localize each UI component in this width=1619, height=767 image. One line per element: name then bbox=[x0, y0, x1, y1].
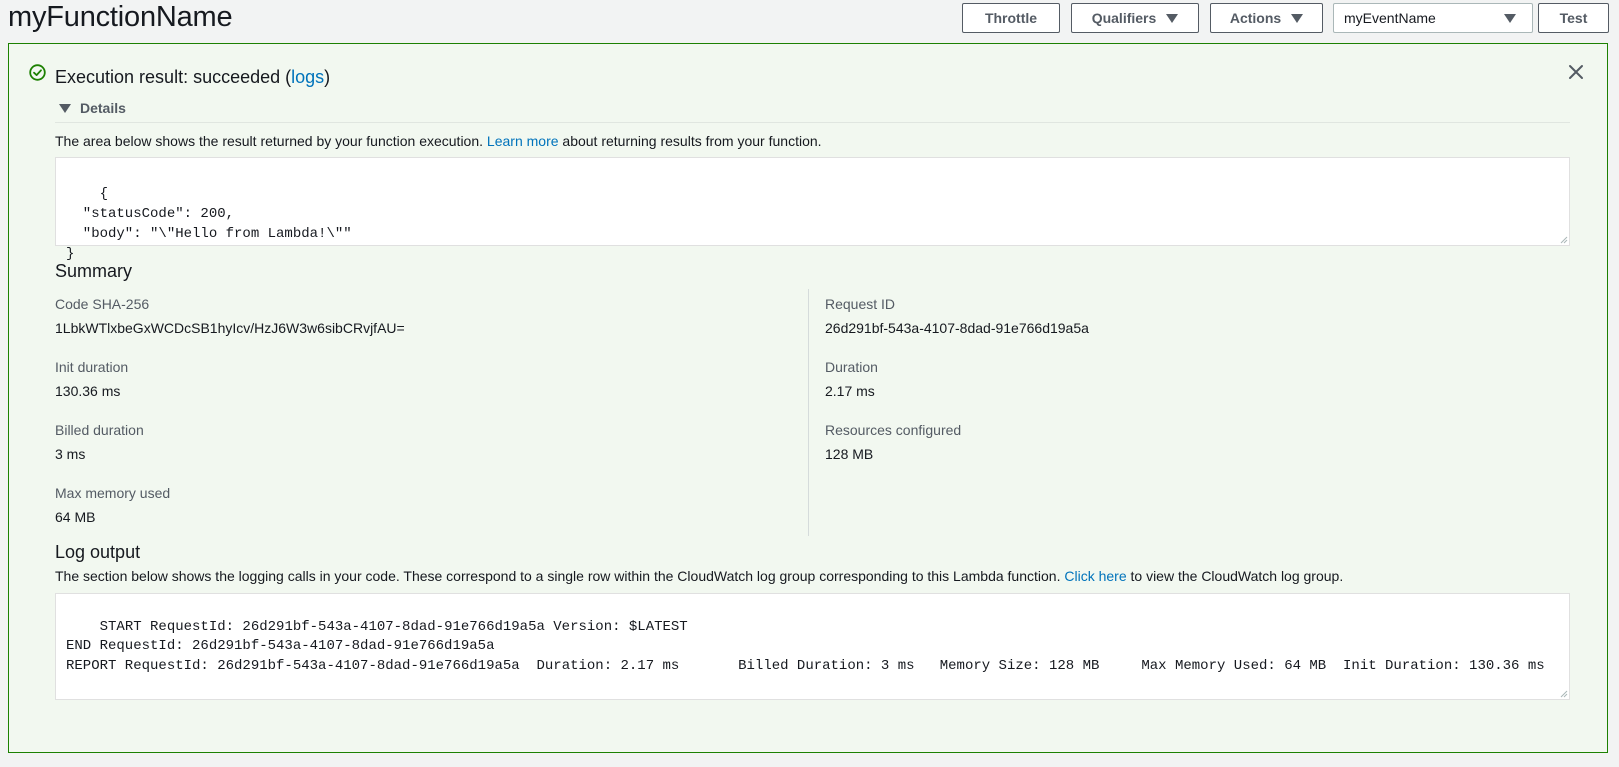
execution-result-panel: Execution result: succeeded (logs) Detai… bbox=[8, 43, 1608, 753]
resources-configured-label: Resources configured bbox=[825, 422, 962, 438]
result-output-textarea[interactable]: { "statusCode": 200, "body": "\"Hello fr… bbox=[55, 157, 1570, 262]
qualifiers-button[interactable]: Qualifiers bbox=[1071, 3, 1199, 33]
actions-button[interactable]: Actions bbox=[1210, 3, 1323, 33]
max-memory-value: 64 MB bbox=[55, 509, 96, 525]
function-name-title: myFunctionName bbox=[8, 1, 233, 33]
resize-handle-icon[interactable] bbox=[1560, 236, 1568, 244]
result-desc-suffix: about returning results from your functi… bbox=[558, 133, 822, 149]
qualifiers-button-label: Qualifiers bbox=[1091, 10, 1157, 26]
test-event-select-value: myEventName bbox=[1344, 10, 1436, 26]
code-sha-value: 1LbkWTlxbeGxWCDcSB1hyIcv/HzJ6W3w6sibCRvj… bbox=[55, 320, 405, 336]
duration-label: Duration bbox=[825, 359, 878, 375]
details-label: Details bbox=[80, 100, 126, 116]
billed-duration-value: 3 ms bbox=[55, 446, 86, 462]
check-circle-icon bbox=[29, 64, 46, 81]
caret-down-icon bbox=[59, 103, 71, 113]
caret-down-icon bbox=[1291, 13, 1304, 23]
throttle-button-label: Throttle bbox=[984, 10, 1038, 26]
close-icon[interactable] bbox=[1567, 63, 1585, 81]
result-description: The area below shows the result returned… bbox=[55, 133, 822, 149]
init-duration-label: Init duration bbox=[55, 359, 129, 375]
max-memory-label: Max memory used bbox=[55, 485, 171, 501]
learn-more-link[interactable]: Learn more bbox=[487, 133, 559, 149]
test-event-select[interactable]: myEventName bbox=[1333, 3, 1533, 33]
result-title-prefix: Execution result: succeeded ( bbox=[55, 67, 292, 87]
click-here-link[interactable]: Click here bbox=[1064, 568, 1126, 584]
header: myFunctionName Throttle Qualifiers Actio… bbox=[0, 0, 1619, 40]
actions-button-label: Actions bbox=[1229, 10, 1282, 26]
resources-configured-value: 128 MB bbox=[825, 446, 874, 462]
code-sha-label: Code SHA-256 bbox=[55, 296, 150, 312]
log-output-textarea[interactable]: START RequestId: 26d291bf-543a-4107-8dad… bbox=[55, 593, 1570, 700]
divider bbox=[55, 122, 1570, 123]
log-desc-prefix: The section below shows the logging call… bbox=[55, 568, 1065, 584]
log-output-heading: Log output bbox=[55, 542, 141, 562]
execution-result-title: Execution result: succeeded (logs) bbox=[55, 67, 330, 88]
result-output-text: { "statusCode": 200, "body": "\"Hello fr… bbox=[66, 186, 352, 262]
init-duration-value: 130.36 ms bbox=[55, 383, 121, 399]
column-divider bbox=[808, 289, 809, 536]
summary-heading: Summary bbox=[55, 261, 133, 281]
request-id-label: Request ID bbox=[825, 296, 896, 312]
log-output-text: START RequestId: 26d291bf-543a-4107-8dad… bbox=[66, 618, 1545, 674]
request-id-value: 26d291bf-543a-4107-8dad-91e766d19a5a bbox=[825, 320, 1089, 336]
duration-value: 2.17 ms bbox=[825, 383, 875, 399]
test-button[interactable]: Test bbox=[1538, 3, 1609, 33]
test-button-label: Test bbox=[1559, 10, 1588, 26]
log-description: The section below shows the logging call… bbox=[55, 568, 1343, 584]
logs-link[interactable]: logs bbox=[291, 67, 324, 87]
caret-down-icon bbox=[1166, 13, 1179, 23]
log-desc-suffix: to view the CloudWatch log group. bbox=[1126, 568, 1344, 584]
caret-down-icon bbox=[1504, 14, 1516, 23]
resize-handle-icon[interactable] bbox=[1560, 690, 1568, 698]
billed-duration-label: Billed duration bbox=[55, 422, 144, 438]
throttle-button[interactable]: Throttle bbox=[962, 3, 1060, 33]
result-title-suffix: ) bbox=[324, 67, 331, 87]
result-desc-prefix: The area below shows the result returned… bbox=[55, 133, 487, 149]
details-toggle[interactable]: Details bbox=[59, 100, 126, 116]
